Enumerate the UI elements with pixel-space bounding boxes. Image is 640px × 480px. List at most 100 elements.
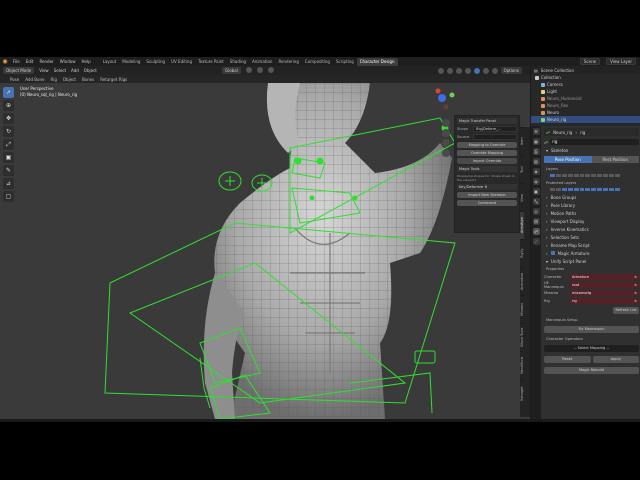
section-selection-sets[interactable]: › Selection Sets	[544, 233, 639, 241]
object-tab-icon[interactable]: ▣	[532, 188, 540, 195]
outliner-item[interactable]: Collection	[531, 74, 640, 81]
section-bone-groups[interactable]: › Bone Groups	[544, 193, 639, 201]
visibility-icon[interactable]	[437, 67, 444, 74]
pivot-icon[interactable]	[245, 67, 252, 73]
shape-field[interactable]: Rig|Deform_...	[473, 126, 517, 132]
select-tool-icon[interactable]: ➚	[3, 87, 14, 98]
menu-add[interactable]: Add	[71, 68, 79, 73]
outliner-item[interactable]: Camera	[531, 81, 640, 88]
subheader-retarget[interactable]: Retarget Rigs	[100, 77, 127, 82]
render-tab-icon[interactable]: ▦	[532, 138, 540, 145]
outliner-item[interactable]: Light	[531, 88, 640, 95]
gizmo-icon[interactable]	[446, 67, 453, 74]
camera-view-icon[interactable]	[442, 139, 450, 147]
outliner-item[interactable]: Neuro_Humanoid	[531, 95, 640, 102]
blender-logo-icon[interactable]: ◉	[0, 57, 10, 66]
section-viewport-display[interactable]: › Viewport Display	[544, 217, 639, 225]
vtab-mixamo[interactable]: Mixamo	[520, 295, 524, 323]
menu-render[interactable]: Render	[36, 59, 56, 64]
subheader-add-bone[interactable]: Add Bone	[25, 77, 44, 82]
section-rename-map[interactable]: › Rename Map Script	[544, 241, 639, 249]
bone-tab-icon[interactable]: ⟋	[532, 238, 540, 245]
section-motion-paths[interactable]: › Motion Paths	[544, 209, 639, 217]
reset-button[interactable]: Reset	[544, 356, 591, 363]
rotate-tool-icon[interactable]: ↻	[3, 126, 14, 137]
mode-selector[interactable]: Object Mode	[3, 67, 35, 74]
menu-select[interactable]: Select	[54, 68, 66, 73]
outliner-item[interactable]: Neuro_Res	[531, 102, 640, 109]
prop-value-field[interactable]: mixamorig ×	[570, 290, 639, 296]
perspective-toggle-icon[interactable]	[442, 149, 450, 157]
transform-orientation[interactable]: Global	[222, 67, 241, 74]
mapping-override-button[interactable]: Mapping to Override	[457, 142, 517, 148]
subheader-bones[interactable]: Bones	[82, 77, 94, 82]
xray-icon[interactable]	[464, 67, 471, 74]
menu-edit[interactable]: Edit	[23, 59, 37, 64]
character-mesh[interactable]	[203, 83, 452, 419]
vtab-tool[interactable]: Tool	[520, 155, 524, 183]
command-button[interactable]: Command	[457, 200, 517, 206]
checkbox-icon[interactable]	[550, 251, 555, 255]
vtab-item[interactable]: Item	[520, 127, 524, 155]
protected-layers-grid[interactable]	[550, 188, 620, 191]
overlay-icon[interactable]	[455, 67, 462, 74]
view-layer-tab-icon[interactable]: ▧	[532, 158, 540, 165]
rendered-shading-icon[interactable]	[491, 67, 498, 74]
menu-window[interactable]: Window	[57, 59, 79, 64]
subheader-rig[interactable]: Rig	[50, 77, 56, 82]
armature-data-tab-icon[interactable]: ☍	[532, 228, 540, 235]
tab-uv-editing[interactable]: UV Editing	[168, 58, 195, 66]
proportional-icon[interactable]	[267, 67, 274, 73]
material-shading-icon[interactable]	[482, 67, 489, 74]
menu-object[interactable]: Object	[84, 68, 97, 73]
world-tab-icon[interactable]: ◍	[532, 178, 540, 185]
scale-tool-icon[interactable]: ⤢	[3, 139, 14, 150]
source-field[interactable]	[473, 134, 517, 140]
tab-scripting[interactable]: Scripting	[333, 58, 357, 66]
add-cube-tool-icon[interactable]: ▢	[3, 191, 14, 202]
refresh-list-button[interactable]: Refresh List	[613, 307, 639, 314]
import-skeleton-button[interactable]: Import New Skeleton	[457, 192, 517, 198]
options-dropdown[interactable]: Options	[500, 67, 522, 74]
constraints-tab-icon[interactable]: ⛓	[532, 218, 540, 225]
pose-position-button[interactable]: Pose Position	[544, 156, 592, 163]
navigation-gizmo[interactable]	[435, 88, 455, 110]
outliner-item-selected[interactable]: Neuro_rig	[531, 116, 640, 123]
fix-mannequin-button[interactable]: Fix Mannequin	[544, 326, 639, 333]
tab-modeling[interactable]: Modeling	[119, 58, 143, 66]
tab-character-design[interactable]: Character Design	[356, 57, 398, 66]
vtab-rigify[interactable]: Rigify	[520, 239, 524, 267]
tab-compositing[interactable]: Compositing	[302, 58, 333, 66]
rest-position-button[interactable]: Rest Position	[591, 156, 639, 163]
section-pose-library[interactable]: › Pose Library	[544, 201, 639, 209]
prop-value-field[interactable]: rig ×	[570, 298, 639, 304]
mapping-dropdown[interactable]: -- Select Mapping --	[544, 345, 639, 352]
tab-animation[interactable]: Animation	[249, 58, 275, 66]
section-magic-armature[interactable]: › Magic Armature	[544, 249, 639, 257]
import-override-button[interactable]: Import Override	[457, 158, 517, 164]
pan-icon[interactable]	[442, 129, 450, 137]
menu-help[interactable]: Help	[78, 59, 93, 64]
vtab-armature[interactable]: Armature	[520, 211, 524, 239]
vtab-meshtools[interactable]: MeshTools	[520, 351, 524, 379]
output-tab-icon[interactable]: ⎙	[532, 148, 540, 155]
physics-tab-icon[interactable]: ◎	[532, 208, 540, 215]
subheader-pose[interactable]: Pose	[10, 77, 19, 82]
annotate-tool-icon[interactable]: ✎	[3, 165, 14, 176]
snap-icon[interactable]	[256, 67, 263, 73]
tool-tab-icon[interactable]: ⚒	[532, 128, 540, 135]
prop-value-field[interactable]: Armature ×	[570, 274, 639, 280]
modifier-tab-icon[interactable]: 🔧	[532, 198, 540, 205]
close-icon[interactable]: ×	[634, 274, 637, 280]
3d-viewport[interactable]: User Perspective (0) Neuro_sql_rig | Neu…	[0, 83, 530, 419]
vtab-retarget[interactable]: Retarget	[520, 379, 524, 407]
close-icon[interactable]: ×	[634, 282, 637, 288]
magic-tools-header[interactable]: Magic Tools	[457, 166, 517, 172]
tab-texture-paint[interactable]: Texture Paint	[195, 58, 227, 66]
vtab-animation[interactable]: Animation	[520, 267, 524, 295]
solid-shading-icon[interactable]	[473, 67, 480, 74]
override-mapping-button[interactable]: Override Mapping	[457, 150, 517, 156]
cursor-tool-icon[interactable]: ⊕	[3, 100, 14, 111]
section-unify-script[interactable]: ▾ Unify Script Panel	[544, 257, 639, 265]
close-icon[interactable]: ×	[634, 298, 637, 304]
